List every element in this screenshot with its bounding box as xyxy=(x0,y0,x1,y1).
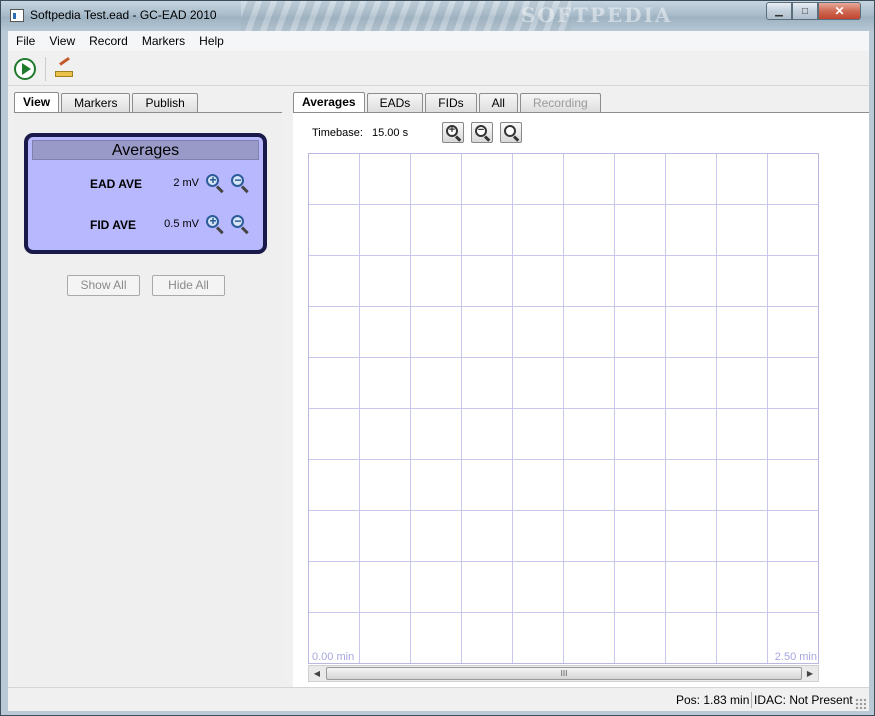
fid-ave-label: FID AVE xyxy=(90,218,137,232)
x-axis-start-label: 0.00 min xyxy=(312,651,355,663)
tab-recording: Recording xyxy=(519,93,601,112)
timebase-value: 15.00 s xyxy=(372,127,409,139)
scroll-left-arrow[interactable]: ◀ xyxy=(309,666,325,681)
tab-view[interactable]: View xyxy=(14,92,60,113)
x-axis-end-label: 2.50 min xyxy=(774,651,817,663)
plot-area[interactable]: 0.00 min 2.50 min xyxy=(308,153,819,664)
window-controls: ▁ □ ✕ xyxy=(766,2,861,21)
fid-zoom-in-button[interactable]: + xyxy=(204,214,225,235)
tab-eads[interactable]: EADs xyxy=(366,93,424,112)
softpedia-watermark: SOFTPEDIA xyxy=(521,3,673,27)
edit-button[interactable] xyxy=(50,56,76,82)
play-circle-icon xyxy=(14,58,36,80)
tab-all[interactable]: All xyxy=(478,93,518,112)
zoom-handle xyxy=(512,135,520,142)
left-tab-strip: View Markers Publish xyxy=(14,92,200,113)
app-window: SOFTPEDIA Softpedia Test.ead - GC-EAD 20… xyxy=(0,0,875,716)
tab-publish[interactable]: Publish xyxy=(132,93,198,112)
fid-ave-row: FID AVE 0.5 mV + − xyxy=(28,214,263,238)
ead-ave-row: EAD AVE 2 mV + − xyxy=(28,173,263,197)
toolbar xyxy=(8,51,869,86)
tab-markers[interactable]: Markers xyxy=(61,93,131,112)
horizontal-scrollbar[interactable]: ◀ III ▶ xyxy=(308,665,819,682)
menu-record[interactable]: Record xyxy=(82,31,135,51)
maximize-button[interactable]: □ xyxy=(792,2,818,20)
scroll-right-arrow[interactable]: ▶ xyxy=(802,666,818,681)
menu-view[interactable]: View xyxy=(42,31,82,51)
status-bar: Pos: 1.83 min IDAC: Not Present xyxy=(8,687,869,711)
menu-bar: File View Record Markers Help xyxy=(8,31,869,51)
window-title: Softpedia Test.ead - GC-EAD 2010 xyxy=(30,8,217,22)
app-icon[interactable] xyxy=(10,9,24,22)
ead-ave-label: EAD AVE xyxy=(90,177,143,191)
zoom-out-symbol: − xyxy=(234,173,242,187)
timebase-zoom-in-button[interactable]: + xyxy=(442,122,464,143)
edit-pencil-icon xyxy=(55,63,73,77)
resize-grip[interactable] xyxy=(855,698,866,709)
tab-averages[interactable]: Averages xyxy=(293,92,365,113)
menu-markers[interactable]: Markers xyxy=(135,31,192,51)
fid-zoom-out-button[interactable]: − xyxy=(229,214,250,235)
averages-box: Averages EAD AVE 2 mV + − FID AVE 0.5 mV… xyxy=(24,133,267,254)
toolbar-separator xyxy=(45,57,46,81)
status-position: Pos: 1.83 min xyxy=(676,693,750,707)
minimize-button[interactable]: ▁ xyxy=(766,2,792,20)
menu-help[interactable]: Help xyxy=(192,31,231,51)
show-all-button[interactable]: Show All xyxy=(67,275,140,296)
ead-zoom-in-button[interactable]: + xyxy=(204,173,225,194)
right-tab-strip: Averages EADs FIDs All Recording xyxy=(293,92,603,113)
zoom-out-symbol: − xyxy=(234,214,242,228)
timebase-zoom-out-button[interactable]: − xyxy=(471,122,493,143)
zoom-out-symbol: − xyxy=(477,124,485,136)
fid-ave-value: 0.5 mV xyxy=(164,218,199,230)
timebase-zoom-fit-button[interactable] xyxy=(500,122,522,143)
zoom-in-symbol: + xyxy=(209,173,217,187)
menu-file[interactable]: File xyxy=(8,31,42,51)
averages-plot-panel: Timebase: 15.00 s + − 0.00 min 2.50 min xyxy=(293,112,869,705)
timebase-label: Timebase: xyxy=(312,127,363,139)
zoom-in-symbol: + xyxy=(448,124,456,136)
play-button[interactable] xyxy=(12,56,38,82)
scroll-thumb[interactable]: III xyxy=(326,667,802,680)
zoom-in-symbol: + xyxy=(209,214,217,228)
ead-zoom-out-button[interactable]: − xyxy=(229,173,250,194)
title-bar[interactable]: SOFTPEDIA Softpedia Test.ead - GC-EAD 20… xyxy=(1,1,874,31)
tab-fids[interactable]: FIDs xyxy=(425,93,477,112)
ead-ave-value: 2 mV xyxy=(173,177,199,189)
close-button[interactable]: ✕ xyxy=(818,2,861,20)
view-panel: Averages EAD AVE 2 mV + − FID AVE 0.5 mV… xyxy=(14,112,282,705)
hide-all-button[interactable]: Hide All xyxy=(152,275,225,296)
status-idac: IDAC: Not Present xyxy=(754,693,853,707)
averages-title: Averages xyxy=(32,140,259,160)
status-separator xyxy=(751,692,752,708)
client-area: File View Record Markers Help View Marke… xyxy=(8,31,869,711)
